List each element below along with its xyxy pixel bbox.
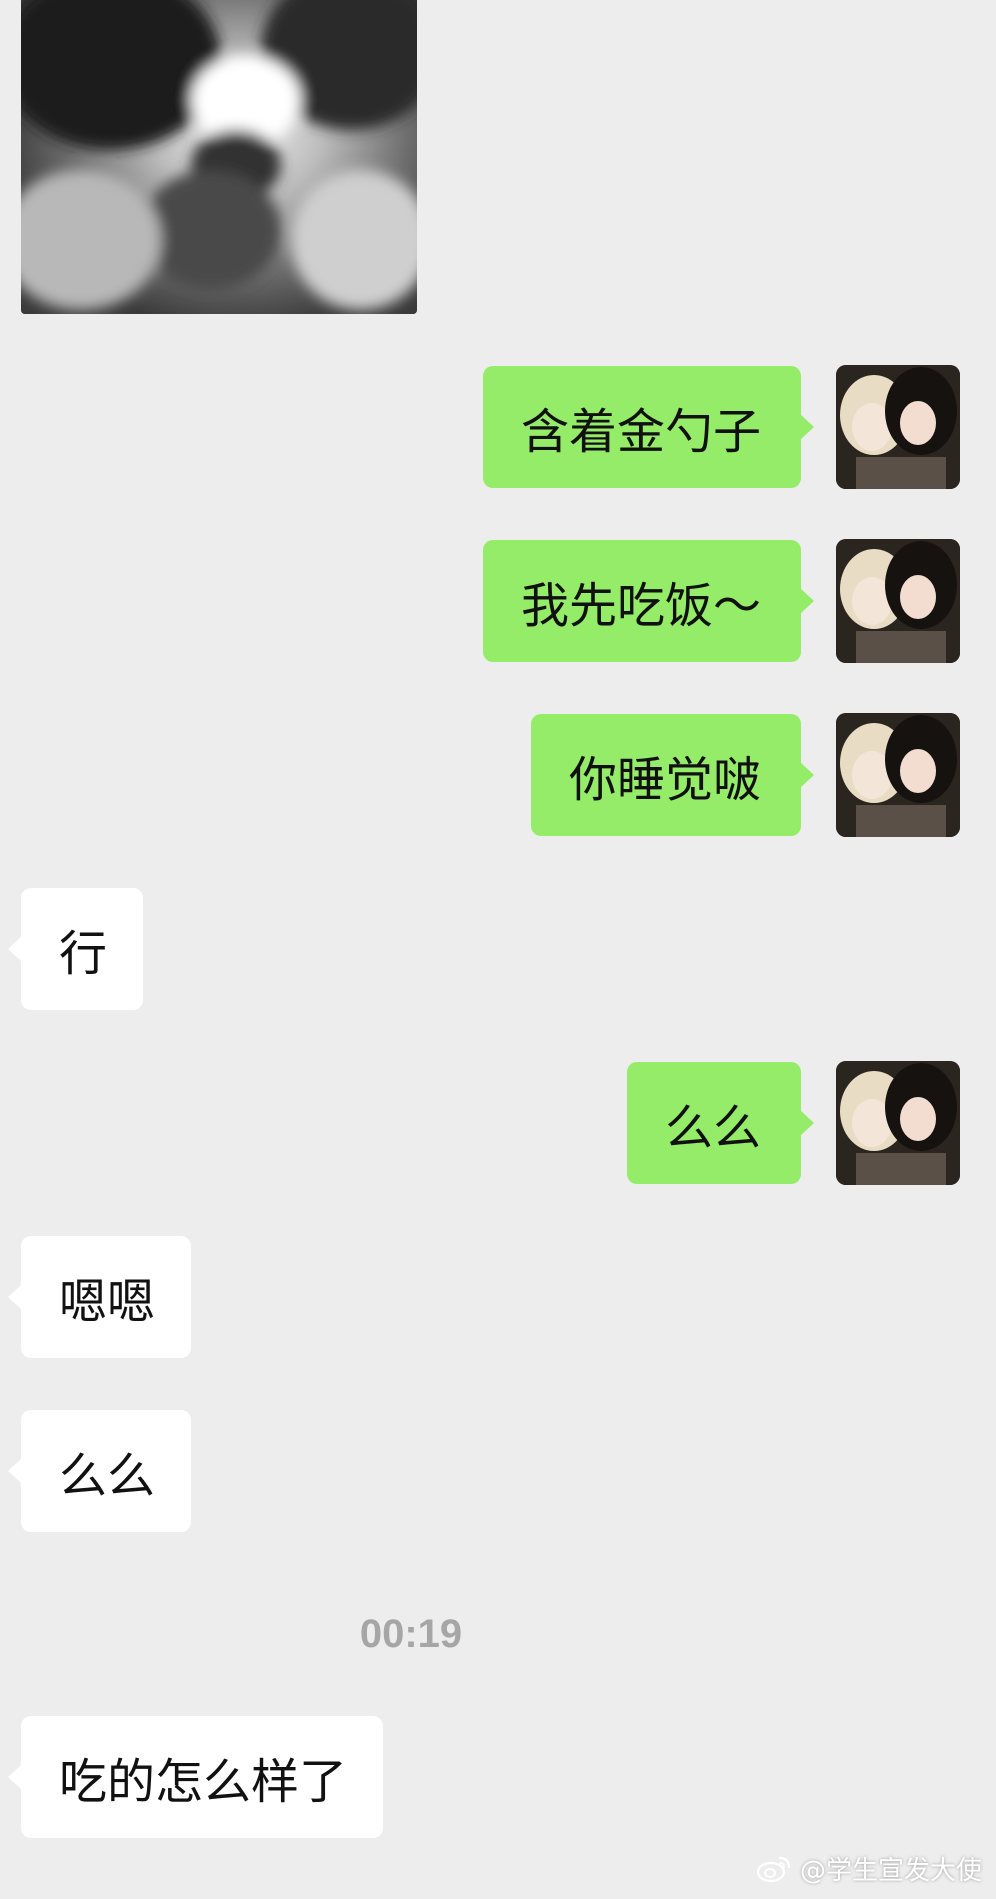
message-text: 么么 — [59, 1448, 156, 1504]
message-text: 你睡觉啵 — [568, 752, 761, 808]
avatar-photo-icon — [836, 539, 960, 663]
cat-photo-icon — [21, 0, 417, 314]
watermark-text: @学生宣发大使 — [799, 1856, 982, 1886]
outgoing-message-bubble[interactable]: 你睡觉啵 — [530, 714, 815, 836]
avatar-photo-icon — [836, 713, 960, 837]
user-avatar[interactable] — [836, 1061, 960, 1185]
outgoing-message-bubble[interactable]: 我先吃饭～ — [482, 540, 815, 662]
user-avatar[interactable] — [836, 539, 960, 663]
incoming-message-bubble[interactable]: 嗯嗯 — [7, 1236, 192, 1358]
avatar-photo-icon — [836, 1061, 960, 1185]
incoming-message-bubble[interactable]: 么么 — [7, 1410, 192, 1532]
incoming-message-bubble[interactable]: 吃的怎么样了 — [7, 1716, 384, 1838]
avatar-photo-icon — [836, 365, 960, 489]
message-text: 么么 — [664, 1100, 761, 1156]
message-text: 吃的怎么样了 — [59, 1754, 348, 1810]
user-avatar[interactable] — [836, 713, 960, 837]
message-timestamp: 00:19 — [359, 1612, 463, 1656]
message-text: 我先吃饭～ — [520, 578, 761, 634]
message-text: 行 — [59, 926, 108, 982]
watermark: @学生宣发大使 — [756, 1850, 982, 1887]
incoming-message-bubble[interactable]: 行 — [7, 888, 144, 1010]
user-avatar[interactable] — [836, 365, 960, 489]
outgoing-message-bubble[interactable]: 么么 — [626, 1062, 815, 1184]
chat-window: 含着金勺子 我先吃饭～ 你睡觉啵 行 么么 嗯嗯 么么 00:19 吃的怎么样了… — [0, 0, 996, 1899]
weibo-logo-icon — [756, 1856, 791, 1882]
message-text: 含着金勺子 — [520, 404, 761, 460]
outgoing-message-bubble[interactable]: 含着金勺子 — [482, 366, 815, 488]
image-message-cat-photo[interactable] — [21, 0, 417, 314]
message-text: 嗯嗯 — [59, 1274, 156, 1330]
